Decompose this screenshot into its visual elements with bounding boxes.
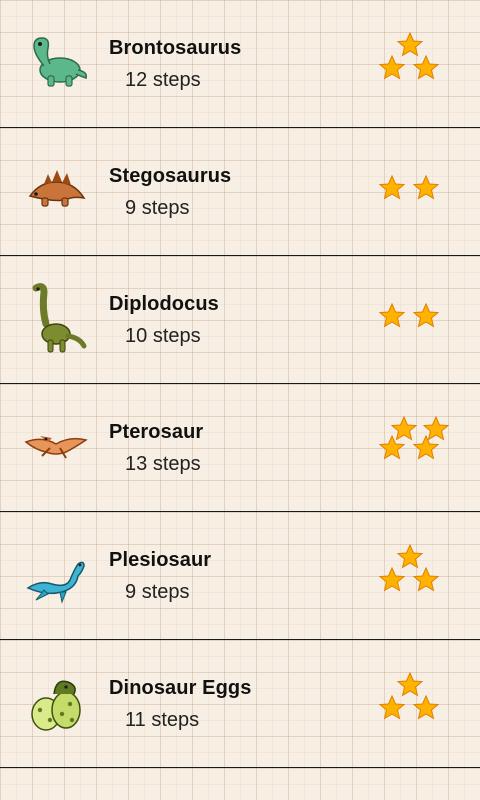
pterosaur-icon [22,408,90,484]
star-rating [378,158,458,224]
steps-unit: steps [152,453,201,475]
star-rating [378,670,458,736]
star-rating [378,414,458,480]
steps-unit: steps [141,581,190,603]
level-row-stegosaurus[interactable]: Stegosaurus 9 steps [0,128,480,256]
plesiosaur-icon [22,536,90,612]
level-steps: 9 steps [125,581,190,604]
steps-count: 10 [125,325,148,347]
level-row-diplodocus[interactable]: Diplodocus 10 steps [0,256,480,384]
star-icon [390,415,418,441]
steps-count: 9 [125,197,137,219]
steps-count: 9 [125,581,137,603]
star-icon [378,54,406,80]
steps-unit: steps [151,709,200,731]
level-steps: 13 steps [125,453,201,476]
level-row-pterosaur[interactable]: Pterosaur 13 steps [0,384,480,512]
star-icon [412,54,440,80]
star-rating [378,30,458,96]
steps-count: 13 [125,453,148,475]
level-name: Stegosaurus [109,165,232,187]
star-icon [378,174,406,200]
level-row-plesiosaur[interactable]: Plesiosaur 9 steps [0,512,480,640]
star-icon [378,566,406,592]
dinosaur-eggs-icon [22,664,90,740]
star-icon [412,566,440,592]
level-row-dinosaur-eggs[interactable]: Dinosaur Eggs 11 steps [0,640,480,768]
star-icon [396,671,424,697]
stegosaurus-icon [22,152,90,228]
level-name: Dinosaur Eggs [109,677,252,699]
star-icon [378,302,406,328]
level-name: Pterosaur [109,421,204,443]
star-rating [378,286,458,352]
star-icon [412,694,440,720]
star-icon [412,174,440,200]
level-steps: 11 steps [125,709,199,732]
star-icon [396,31,424,57]
steps-unit: steps [141,197,190,219]
star-icon [378,694,406,720]
brontosaurus-icon [22,24,90,100]
star-icon [396,543,424,569]
steps-count: 11 [125,709,146,731]
steps-count: 12 [125,69,148,91]
steps-unit: steps [152,325,201,347]
level-row-brontosaurus[interactable]: Brontosaurus 12 steps [0,0,480,128]
star-icon [422,415,450,441]
level-name: Plesiosaur [109,549,212,571]
level-name: Diplodocus [109,293,219,315]
level-steps: 12 steps [125,69,201,92]
steps-unit: steps [152,69,201,91]
level-steps: 10 steps [125,325,201,348]
level-steps: 9 steps [125,197,190,220]
diplodocus-icon [22,280,90,356]
level-list: Brontosaurus 12 steps Stegosaurus 9 step [0,0,480,768]
star-icon [378,434,406,460]
star-icon [412,302,440,328]
star-rating [378,542,458,608]
star-icon [412,434,440,460]
level-name: Brontosaurus [109,37,242,59]
